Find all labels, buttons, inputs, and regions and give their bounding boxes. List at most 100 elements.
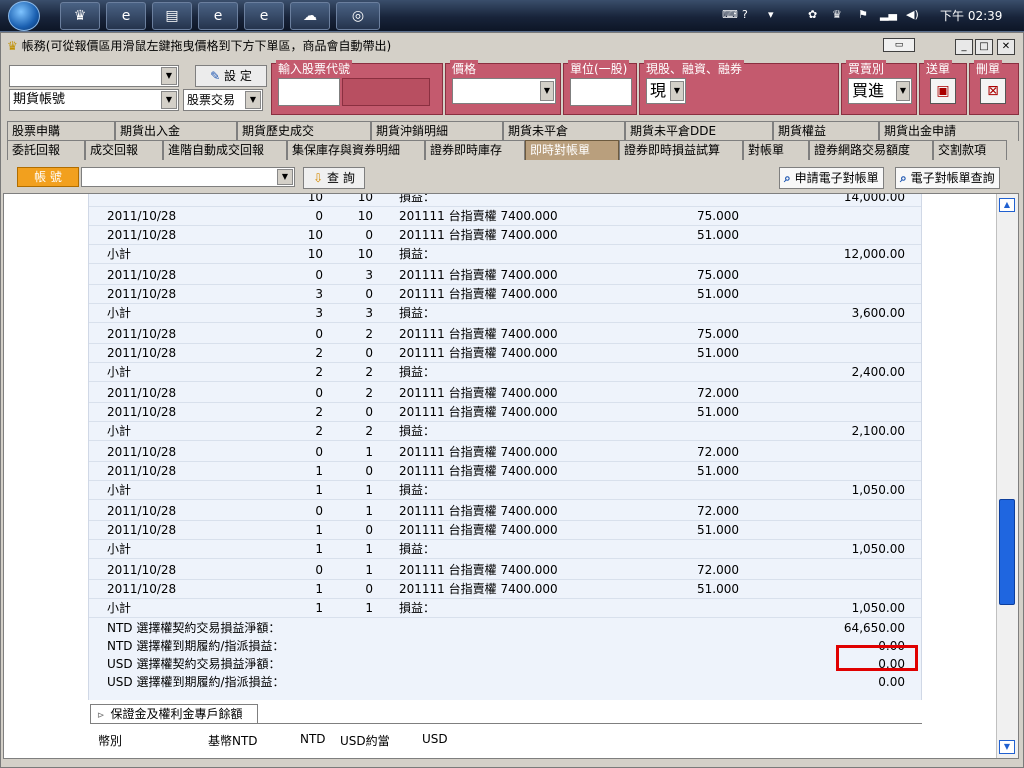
network-icon[interactable]: ▾: [768, 8, 774, 21]
trade-date: 2011/10/28: [107, 504, 177, 518]
account-bar: 帳 號 ▼ ⇩ 查 詢 ⌕ 申請電子對帳單 ⌕ 電子對帳單查詢: [5, 165, 1021, 191]
stock-code-input[interactable]: [278, 78, 340, 106]
tab-order-report[interactable]: 委託回報: [7, 140, 85, 160]
col-currency: 幣別: [98, 734, 123, 748]
qty-sell: 2: [365, 424, 373, 438]
app-tray-icon[interactable]: ✿: [808, 8, 817, 21]
volume-icon[interactable]: ◀): [906, 8, 919, 21]
trade-price: 51.000: [697, 345, 739, 360]
minimize-button[interactable]: _: [955, 39, 973, 55]
subtotal-row: 小計 1 1 損益： 1,050.00: [89, 481, 921, 500]
unit-input[interactable]: [570, 78, 632, 106]
cash-select[interactable]: 現 ▼: [646, 78, 686, 104]
pl-amount: 2,400.00: [851, 365, 905, 379]
delete-order-button[interactable]: ⊠: [980, 78, 1006, 104]
tab-futures-equity[interactable]: 期貨權益: [773, 121, 879, 141]
qty-buy: 10: [307, 227, 323, 242]
tab-futures-withdraw[interactable]: 期貨出金申請: [879, 121, 1019, 141]
price-select[interactable]: ▼: [452, 78, 556, 104]
subtotal-row: 10 10 損益： 14,000.00: [89, 193, 921, 207]
margin-header-row: 幣別 基幣NTD NTD USD約當 USD: [90, 724, 922, 758]
tab-online-quota[interactable]: 證券網路交易額度: [809, 140, 933, 160]
settings-button[interactable]: ✎ 設 定: [195, 65, 267, 87]
trade-date: 2011/10/28: [107, 286, 177, 301]
pl-label: 損益：: [399, 365, 436, 379]
trade-date: 2011/10/28: [107, 227, 177, 242]
tab-statement[interactable]: 對帳單: [743, 140, 809, 160]
e-statement-query-button[interactable]: ⌕ 電子對帳單查詢: [895, 167, 1000, 189]
keyboard-icon[interactable]: ⌨: [722, 8, 738, 21]
qty-sell: 2: [365, 327, 373, 341]
ie-icon[interactable]: e: [106, 2, 146, 30]
tab-trade-report[interactable]: 成交回報: [85, 140, 163, 160]
photo-app-icon[interactable]: ☁: [290, 2, 330, 30]
trade-price: 75.000: [697, 327, 739, 341]
qty-buy: 10: [307, 247, 323, 261]
tab-advanced-trade-report[interactable]: 進階自動成交回報: [163, 140, 287, 160]
send-order-button[interactable]: ▣: [930, 78, 956, 104]
account-select[interactable]: ▼: [9, 65, 179, 87]
trade-row: 2011/10/28 1 0 201111 台指賣權 7400.000 51.000: [89, 521, 921, 540]
trade-price: 72.000: [697, 504, 739, 518]
pl-label: 損益：: [399, 601, 436, 615]
tab-stock-subscription[interactable]: 股票申購: [7, 121, 115, 141]
tab-settlement[interactable]: 交割款項: [933, 140, 1007, 160]
maximize-button[interactable]: □: [975, 39, 993, 55]
qty-sell: 0: [365, 286, 373, 301]
edit-icon: ✎: [210, 69, 221, 83]
crown-app-icon[interactable]: ♛: [60, 2, 100, 30]
trading-app-icon[interactable]: ◎: [336, 2, 380, 30]
ie-icon[interactable]: e: [244, 2, 284, 30]
pin-button[interactable]: ▭: [883, 38, 915, 52]
product-name: 201111 台指賣權 7400.000: [399, 563, 558, 577]
total-amount: 64,650.00: [843, 621, 905, 635]
tab-securities-inventory[interactable]: 證券即時庫存: [425, 140, 525, 160]
trade-type-select[interactable]: 股票交易 ▼: [183, 89, 263, 111]
ie-icon[interactable]: e: [198, 2, 238, 30]
total-label: USD 選擇權到期履約/指派損益：: [107, 675, 285, 689]
qty-buy: 0: [315, 504, 323, 518]
tab-futures-offset[interactable]: 期貨沖銷明細: [371, 121, 503, 141]
scroll-down-arrow-icon[interactable]: ▼: [999, 740, 1015, 754]
product-name: 201111 台指賣權 7400.000: [399, 522, 558, 537]
trade-row: 2011/10/28 0 1 201111 台指賣權 7400.000 72.000: [89, 561, 921, 580]
pl-label: 損益：: [399, 247, 436, 261]
crown-tray-icon[interactable]: ♛: [832, 8, 842, 21]
pl-amount: 12,000.00: [843, 247, 905, 261]
tab-futures-deposit[interactable]: 期貨出入金: [115, 121, 237, 141]
vertical-scrollbar[interactable]: ▲ ▼: [996, 194, 1018, 758]
help-icon[interactable]: ?: [742, 8, 748, 21]
flag-icon[interactable]: ⚑: [858, 8, 868, 21]
account-type-select[interactable]: 期貨帳號 ▼: [9, 89, 179, 111]
account-number-select[interactable]: ▼: [81, 167, 295, 187]
subtotal-label: 小計: [107, 247, 132, 261]
side-select[interactable]: 買進 ▼: [848, 78, 912, 104]
clock[interactable]: 下午 02:39: [940, 7, 1002, 24]
qty-sell: 0: [365, 581, 373, 596]
tab-securities-pl[interactable]: 證券即時損益試算: [619, 140, 743, 160]
folder-icon[interactable]: ▤: [152, 2, 192, 30]
apply-e-statement-button[interactable]: ⌕ 申請電子對帳單: [779, 167, 884, 189]
tab-futures-open[interactable]: 期貨未平倉: [503, 121, 625, 141]
tab-custody-inventory[interactable]: 集保庫存與資券明細: [287, 140, 425, 160]
window-titlebar: ♛ 帳務(可從報價區用滑鼠左鍵拖曳價格到下方下單區，商品會自動帶出): [1, 33, 1023, 59]
tab-futures-open-dde[interactable]: 期貨未平倉DDE: [625, 121, 773, 141]
qty-buy: 0: [315, 209, 323, 223]
query-button[interactable]: ⇩ 查 詢: [303, 167, 365, 189]
scroll-up-arrow-icon[interactable]: ▲: [999, 198, 1015, 212]
net-pl-highlight: [836, 645, 918, 671]
start-button[interactable]: [8, 1, 40, 31]
tab-realtime-statement[interactable]: 即時對帳單: [525, 140, 619, 160]
pl-amount: 1,050.00: [851, 542, 905, 556]
scroll-thumb[interactable]: [999, 499, 1015, 605]
close-button[interactable]: ✕: [997, 39, 1015, 55]
tab-futures-history[interactable]: 期貨歷史成交: [237, 121, 371, 141]
pl-label: 損益：: [399, 193, 436, 204]
qty-buy: 1: [315, 542, 323, 556]
trade-row: 2011/10/28 10 0 201111 台指賣權 7400.000 51.000: [89, 226, 921, 245]
margin-balance-tab[interactable]: ⊳ 保證金及權利金專戶餘額: [90, 704, 258, 724]
signal-icon[interactable]: ▂▄: [880, 8, 897, 21]
qty-buy: 1: [315, 581, 323, 596]
trade-date: 2011/10/28: [107, 386, 177, 400]
trade-price: 72.000: [697, 445, 739, 459]
